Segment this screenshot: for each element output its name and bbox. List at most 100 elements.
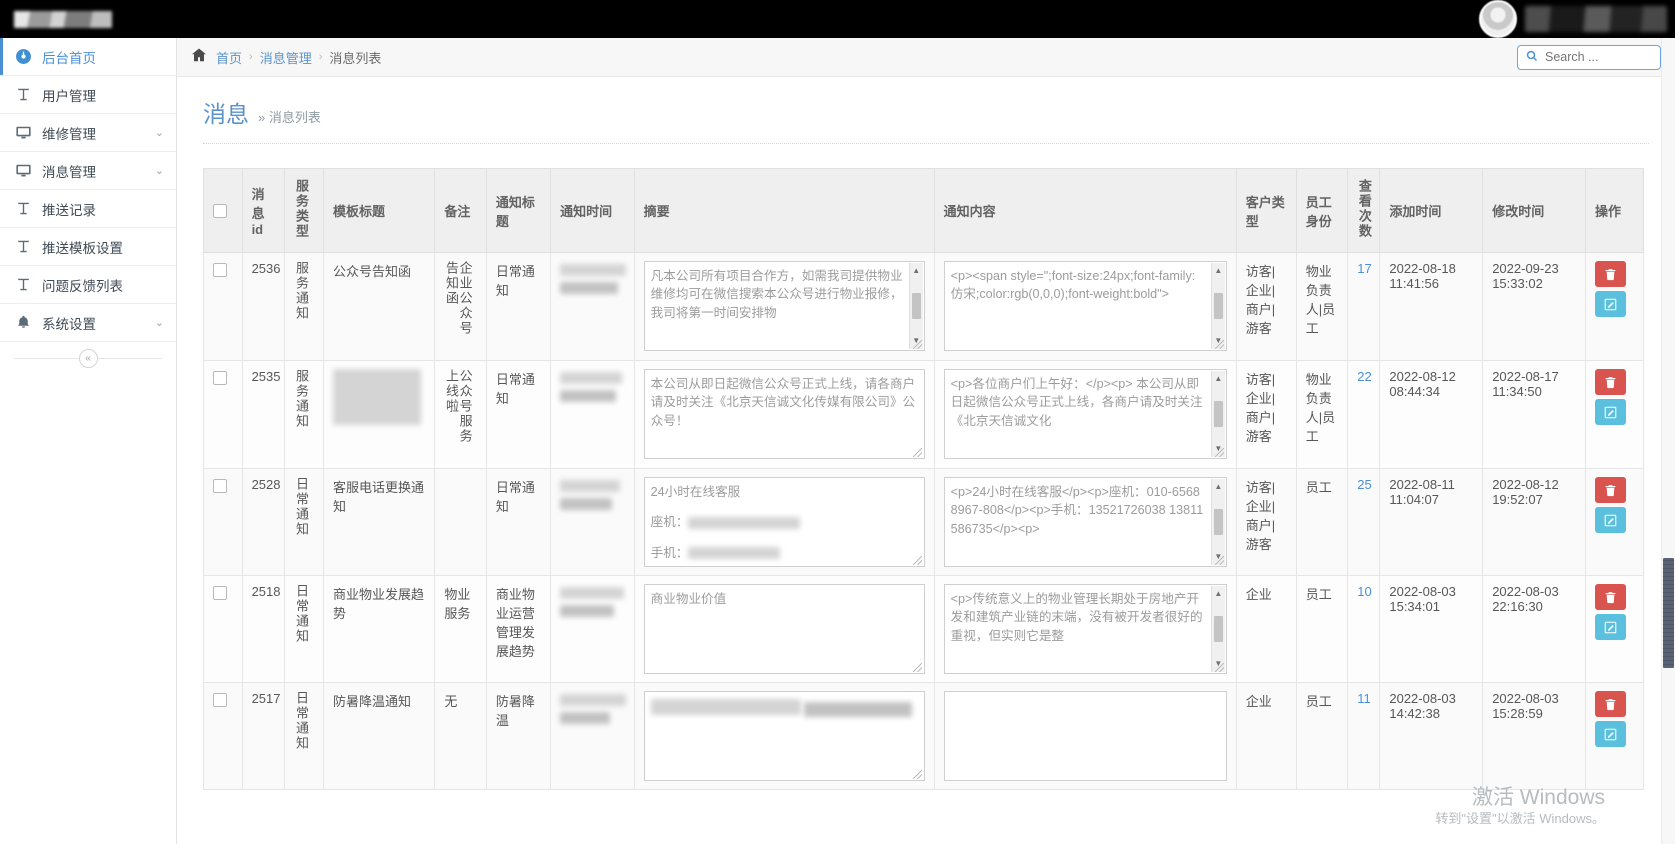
view-count-link[interactable]: 22 <box>1357 369 1371 384</box>
chevron-down-icon[interactable]: ⌄ <box>155 126 164 139</box>
content-textarea[interactable]: <p><span style=";font-size:24px;font-fam… <box>943 261 1227 351</box>
edit-button[interactable] <box>1595 399 1627 425</box>
abstract-textarea[interactable] <box>643 691 925 781</box>
cell-abstract <box>633 682 935 790</box>
delete-button[interactable] <box>1595 691 1627 717</box>
user-avatar[interactable] <box>1479 0 1517 38</box>
content-textarea[interactable]: <p>24小时在线客服</p><p>座机：010-65688967-808</p… <box>943 477 1227 567</box>
content-textarea[interactable]: <p>传统意义上的物业管理长期处于房地产开发和建筑产业链的末端，没有被开发者很好… <box>943 584 1227 674</box>
abstract-textarea[interactable]: 商业物业价值 <box>643 584 925 674</box>
sidebar-item-repair-management[interactable]: 维修管理 ⌄ <box>0 114 176 152</box>
breadcrumb-item-home[interactable]: 首页 <box>216 48 242 67</box>
sidebar-item-dashboard[interactable]: 后台首页 <box>0 38 176 76</box>
cell-message-id: 2518 <box>241 575 286 683</box>
page-title: 消息 <box>203 101 249 127</box>
textarea-scrollbar[interactable]: ▲ ▼ <box>1210 263 1225 349</box>
edit-button[interactable] <box>1595 614 1627 640</box>
edit-button[interactable] <box>1595 291 1627 317</box>
delete-button[interactable] <box>1595 584 1627 610</box>
text-icon <box>14 238 32 256</box>
text-icon <box>14 86 32 104</box>
content-textarea[interactable]: <p>各位商户们上午好：</p><p> 本公司从即日起微信公众号正式上线，各商户… <box>943 369 1227 459</box>
th-label: 服务类型 <box>294 179 310 239</box>
cell-service-type: 服务通知 <box>284 252 324 361</box>
cell-abstract: 24小时在线客服 座机： 手机： <box>633 468 935 576</box>
sidebar-item-push-template-settings[interactable]: 推送模板设置 <box>0 228 176 266</box>
scroll-up-arrow[interactable]: ▲ <box>1214 373 1222 385</box>
th-label: 员工身份 <box>1305 194 1332 229</box>
sidebar-collapse-button[interactable]: « <box>78 348 98 368</box>
row-checkbox[interactable] <box>213 262 227 277</box>
th-select-all <box>203 168 243 253</box>
sidebar-item-label: 用户管理 <box>42 88 96 104</box>
cell-service-type: 日常通知 <box>284 682 324 790</box>
resize-grip[interactable] <box>912 663 922 672</box>
page-scrollbar-thumb[interactable] <box>1663 558 1674 668</box>
chevron-down-icon[interactable]: ⌄ <box>155 316 164 329</box>
resize-grip[interactable] <box>1214 663 1224 672</box>
th-notification-time: 通知时间 <box>550 168 635 253</box>
delete-button[interactable] <box>1595 477 1627 503</box>
page-scrollbar[interactable] <box>1661 38 1675 844</box>
resize-grip[interactable] <box>1214 340 1224 349</box>
content-textarea[interactable] <box>943 691 1227 781</box>
cell-employee-identity: 员工 <box>1295 575 1349 683</box>
abstract-textarea[interactable]: 凡本公司所有项目合作方，如需我司提供物业维修均可在微信搜索本公众号进行物业报修，… <box>643 261 925 351</box>
textarea-scrollbar[interactable]: ▲ ▼ <box>1210 586 1225 672</box>
sidebar-item-message-management[interactable]: 消息管理 ⌄ <box>0 152 176 190</box>
edit-button[interactable] <box>1595 721 1627 747</box>
delete-button[interactable] <box>1595 369 1627 395</box>
resize-grip[interactable] <box>912 770 922 779</box>
cell-modified-time: 2022-08-12 19:52:07 <box>1482 468 1587 576</box>
scroll-up-arrow[interactable]: ▲ <box>1214 588 1222 600</box>
search-input[interactable] <box>1543 49 1652 65</box>
scroll-up-arrow[interactable]: ▲ <box>1214 265 1222 277</box>
row-checkbox[interactable] <box>213 692 227 707</box>
textarea-scrollbar[interactable]: ▲ ▼ <box>908 263 923 349</box>
delete-button[interactable] <box>1595 261 1627 287</box>
cell-operation <box>1585 252 1644 361</box>
textarea-scrollbar[interactable]: ▲ ▼ <box>1210 371 1225 457</box>
sidebar-item-label: 维修管理 <box>42 126 96 142</box>
resize-grip[interactable] <box>912 340 922 349</box>
row-checkbox[interactable] <box>213 370 227 385</box>
resize-grip[interactable] <box>1214 556 1224 565</box>
breadcrumb-item-message-management[interactable]: 消息管理 <box>260 48 312 67</box>
scroll-up-arrow[interactable]: ▲ <box>912 265 920 277</box>
sidebar-item-user-management[interactable]: 用户管理 <box>0 76 176 114</box>
cell-added-time: 2022-08-03 14:42:38 <box>1379 682 1484 790</box>
select-all-checkbox[interactable] <box>213 204 227 219</box>
row-checkbox[interactable] <box>213 585 227 600</box>
edit-button[interactable] <box>1595 507 1627 533</box>
resize-grip[interactable] <box>912 448 922 457</box>
breadcrumb-item-message-list: 消息列表 <box>329 50 382 66</box>
scroll-up-arrow[interactable]: ▲ <box>1214 481 1222 493</box>
resize-grip[interactable] <box>1214 448 1224 457</box>
chevron-down-icon[interactable]: ⌄ <box>155 164 164 177</box>
textarea-scrollbar[interactable]: ▲ ▼ <box>1210 479 1225 565</box>
cell-notification-time <box>550 360 635 469</box>
sidebar-item-push-records[interactable]: 推送记录 <box>0 190 176 228</box>
breadcrumb-right <box>1517 44 1661 70</box>
th-notification-content: 通知内容 <box>933 168 1237 253</box>
monitor-icon <box>14 162 32 180</box>
user-name-redacted[interactable] <box>1525 6 1667 32</box>
sidebar-item-feedback-list[interactable]: 问题反馈列表 <box>0 266 176 304</box>
th-label: 备注 <box>444 204 471 219</box>
view-count-link[interactable]: 11 <box>1357 691 1371 706</box>
abstract-textarea[interactable]: 24小时在线客服 座机： 手机： <box>643 477 925 567</box>
view-count-link[interactable]: 25 <box>1357 477 1371 492</box>
cell-notification-title: 日常通知 <box>485 252 552 361</box>
sidebar-item-system-settings[interactable]: 系统设置 ⌄ <box>0 304 176 342</box>
view-count-link[interactable]: 10 <box>1357 584 1371 599</box>
search-box[interactable] <box>1517 44 1661 70</box>
cell-message-id: 2517 <box>241 682 286 790</box>
cell-added-time: 2022-08-12 08:44:34 <box>1379 360 1484 469</box>
home-icon[interactable] <box>191 47 207 67</box>
sidebar-item-label: 系统设置 <box>42 316 96 332</box>
resize-grip[interactable] <box>912 556 922 565</box>
abstract-textarea[interactable]: 本公司从即日起微信公众号正式上线，请各商户请及时关注《北京天信诚文化传媒有限公司… <box>643 369 925 459</box>
row-checkbox[interactable] <box>213 478 227 493</box>
view-count-link[interactable]: 17 <box>1357 261 1371 276</box>
cell-operation <box>1585 575 1644 683</box>
